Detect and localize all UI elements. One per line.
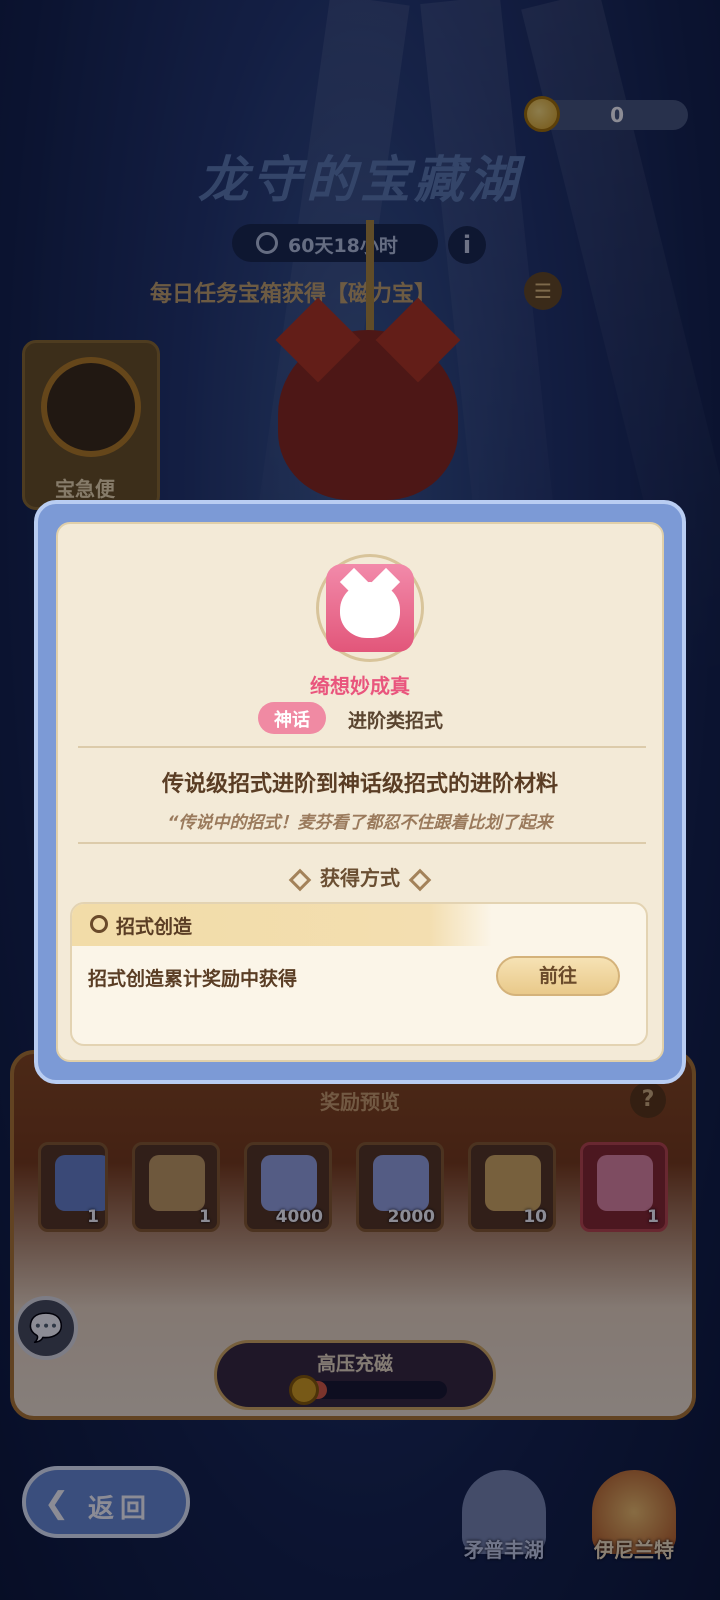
go-button[interactable]: 前往 bbox=[496, 956, 620, 996]
cat-item-icon bbox=[326, 564, 414, 652]
rarity-badge: 神话 bbox=[258, 702, 326, 734]
item-category: 进阶类招式 bbox=[348, 710, 444, 732]
item-description: 传说级招式进阶到神话级招式的进阶材料 bbox=[161, 772, 558, 797]
item-quote: “传说中的招式！麦芬看了都忍不住跟着比划了起来 bbox=[167, 813, 553, 833]
divider bbox=[78, 842, 646, 844]
obtain-method-title: 获得方式 bbox=[58, 862, 662, 891]
diamond-icon bbox=[408, 868, 432, 891]
source-header: 招式创造 bbox=[72, 904, 492, 946]
item-detail-panel: 绮想妙成真 神话 进阶类招式 传说级招式进阶到神话级招式的进阶材料 “传说中的招… bbox=[56, 522, 664, 1062]
item-name: 绮想妙成真 bbox=[310, 674, 410, 698]
source-title: 招式创造 bbox=[116, 916, 193, 938]
create-move-icon bbox=[90, 915, 108, 933]
diamond-icon bbox=[288, 868, 312, 891]
item-detail-modal: 绮想妙成真 神话 进阶类招式 传说级招式进阶到神话级招式的进阶材料 “传说中的招… bbox=[34, 500, 686, 1084]
divider bbox=[78, 746, 646, 748]
obtain-method-label: 获得方式 bbox=[320, 866, 400, 890]
source-card: 招式创造 招式创造累计奖励中获得 前往 bbox=[70, 902, 648, 1046]
source-description: 招式创造累计奖励中获得 bbox=[88, 968, 298, 990]
